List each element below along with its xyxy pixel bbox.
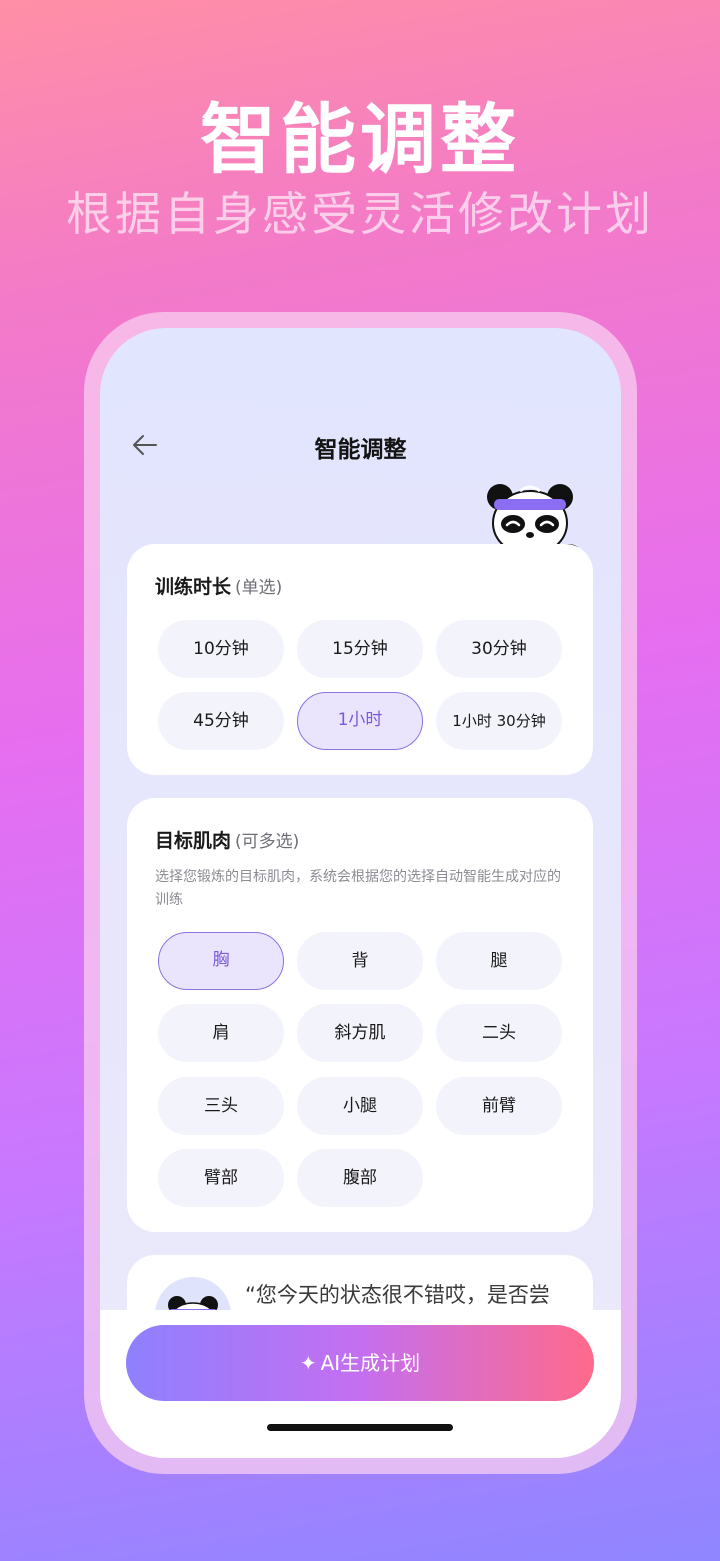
home-indicator [267,1424,453,1431]
page-title: 智能调整 [314,437,407,463]
sparkle-icon: ✦ [299,1351,317,1375]
muscle-option[interactable]: 三头 [158,1077,284,1135]
duration-title: 训练时长 (单选) [155,572,282,599]
muscle-option[interactable]: 臂部 [158,1149,284,1207]
duration-card: 训练时长 (单选) 10分钟 15分钟 30分钟 45分钟 1小时 1小时 30分… [127,544,593,775]
muscle-option[interactable]: 腹部 [297,1149,423,1207]
hero-subtitle: 根据自身感受灵活修改计划 [66,187,654,241]
coach-message: “您今天的状态很不错哎，是否尝 [245,1283,550,1307]
muscles-title-text: 目标肌肉 [155,830,232,852]
muscle-option[interactable]: 前臂 [436,1077,562,1135]
duration-option[interactable]: 1小时 30分钟 [436,692,562,750]
duration-option-selected[interactable]: 1小时 [297,692,423,750]
muscle-option[interactable]: 肩 [158,1004,284,1062]
duration-option[interactable]: 45分钟 [158,692,284,750]
muscles-card: 目标肌肉 (可多选) 选择您锻炼的目标肌肉，系统会根据您的选择自动智能生成对应的训… [127,798,593,1232]
hero-title: 智能调整 [200,95,520,184]
muscle-option-selected[interactable]: 胸 [158,932,284,990]
muscle-option[interactable]: 腿 [436,932,562,990]
ai-generate-plan-label: AI生成计划 [320,1351,421,1375]
bottom-action-bar: ✦ AI生成计划 [100,1310,621,1458]
muscles-description: 选择您锻炼的目标肌肉，系统会根据您的选择自动智能生成对应的训练 [155,869,561,908]
muscle-option[interactable]: 斜方肌 [297,1004,423,1062]
muscle-option[interactable]: 小腿 [297,1077,423,1135]
duration-option[interactable]: 15分钟 [297,620,423,678]
phone-screen: 智能调整 训练时长 (单选) 10分钟 15分钟 30分钟 45分钟 1小时 1小… [100,328,621,1458]
ai-generate-plan-button[interactable]: ✦ AI生成计划 [126,1325,594,1401]
muscles-hint: (可多选) [235,832,300,852]
duration-option[interactable]: 10分钟 [158,620,284,678]
duration-title-text: 训练时长 [155,576,232,598]
muscle-option[interactable]: 背 [297,932,423,990]
duration-hint: (单选) [235,578,283,598]
muscles-title: 目标肌肉 (可多选) [155,826,299,853]
muscle-option[interactable]: 二头 [436,1004,562,1062]
duration-option[interactable]: 30分钟 [436,620,562,678]
